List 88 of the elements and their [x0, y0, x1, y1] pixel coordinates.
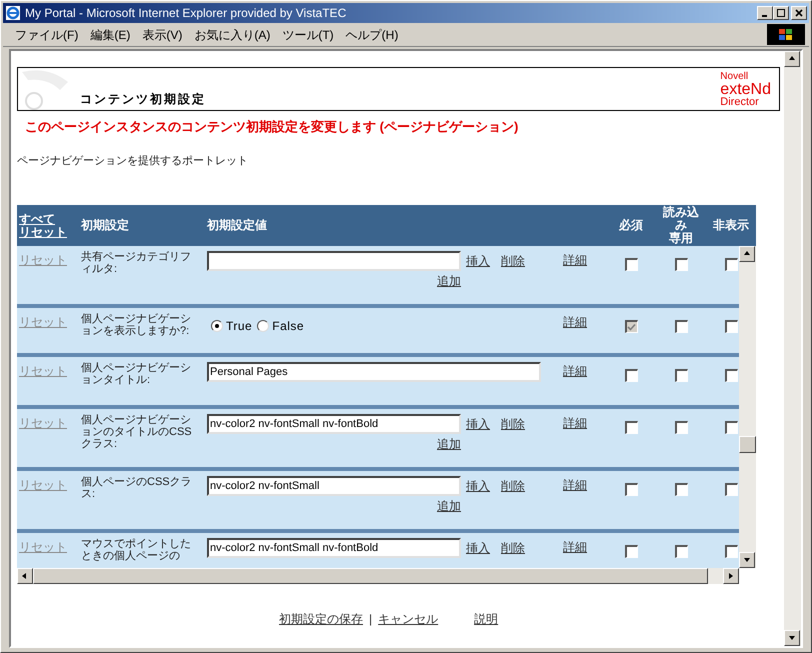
- checkbox[interactable]: [724, 545, 738, 558]
- column-header: 非表示: [713, 219, 749, 232]
- setting-label: 個人ページナビゲーションタイトル:: [81, 362, 192, 386]
- checkbox[interactable]: [724, 320, 738, 333]
- cancel-link[interactable]: キャンセル: [378, 610, 438, 628]
- logo-product: exteNd: [720, 82, 771, 97]
- close-button[interactable]: [791, 6, 807, 20]
- logo-brand: Novell: [720, 71, 748, 82]
- checkbox[interactable]: [624, 483, 638, 496]
- browser-icon: [5, 5, 21, 21]
- scroll-up-button[interactable]: [784, 51, 800, 67]
- portlet-title: コンテンツ初期設定: [80, 91, 206, 108]
- insert-link[interactable]: 挿入: [466, 479, 490, 493]
- value-field[interactable]: nv-color2 nv-fontSmall: [207, 476, 461, 496]
- menu-item[interactable]: ツール(T): [276, 26, 340, 44]
- delete-link[interactable]: 削除: [501, 417, 525, 431]
- menu-item[interactable]: ファイル(F): [9, 26, 84, 44]
- insert-link[interactable]: 挿入: [466, 541, 490, 555]
- radio-button[interactable]: [257, 320, 270, 332]
- detail-link[interactable]: 詳細: [563, 478, 587, 492]
- link-separator: |: [369, 611, 372, 628]
- menu-item[interactable]: ヘルプ(H): [340, 26, 404, 44]
- scroll-right-button[interactable]: [723, 568, 739, 584]
- value-field[interactable]: nv-color2 nv-fontSmall nv-fontBold: [207, 538, 461, 558]
- insert-link[interactable]: 挿入: [466, 254, 490, 268]
- detail-link[interactable]: 詳細: [563, 540, 587, 554]
- column-header: 初期設定: [81, 219, 130, 232]
- setting-label: マウスでポイントしたときの個人ページの: [81, 538, 192, 562]
- column-header: 必須: [619, 219, 643, 232]
- checkbox[interactable]: [624, 369, 638, 382]
- menu-item[interactable]: 表示(V): [136, 26, 188, 44]
- maximize-button[interactable]: [773, 6, 789, 20]
- checkbox[interactable]: [624, 545, 638, 558]
- checkbox[interactable]: [724, 258, 738, 271]
- checkbox[interactable]: [724, 421, 738, 434]
- checkbox[interactable]: [624, 421, 638, 434]
- checkbox[interactable]: [674, 421, 688, 434]
- setting-label: 個人ページのCSSクラス:: [81, 476, 193, 500]
- logo-edition: Director: [720, 97, 759, 108]
- checkbox[interactable]: [674, 545, 688, 558]
- add-link[interactable]: 追加: [437, 497, 461, 515]
- setting-label: 個人ページナビゲーションを表示しますか?:: [81, 313, 192, 337]
- scroll-down-button[interactable]: [784, 630, 800, 646]
- close-icon: [795, 9, 803, 17]
- reset-all-link[interactable]: すべて リセット: [19, 212, 77, 238]
- insert-link[interactable]: 挿入: [466, 417, 490, 431]
- vertical-scrollbar[interactable]: [739, 246, 756, 568]
- maximize-icon: [777, 9, 785, 17]
- radio-label: False: [272, 318, 304, 335]
- delete-link[interactable]: 削除: [501, 479, 525, 493]
- help-link[interactable]: 説明: [474, 612, 498, 626]
- scroll-left-button[interactable]: [17, 568, 33, 584]
- column-header: 初期設定値: [207, 219, 268, 232]
- checkbox[interactable]: [674, 369, 688, 382]
- scroll-up-button[interactable]: [739, 246, 755, 262]
- add-link[interactable]: 追加: [437, 272, 461, 290]
- scroll-down-button[interactable]: [739, 552, 755, 568]
- save-link[interactable]: 初期設定の保存: [279, 610, 363, 628]
- windows-logo-icon: [767, 24, 805, 45]
- add-link[interactable]: 追加: [437, 435, 461, 453]
- setting-label: 共有ページカテゴリフィルタ:: [81, 251, 192, 275]
- checkbox[interactable]: [674, 258, 688, 271]
- page-heading: このページインスタンスのコンテンツ初期設定を変更します (ページナビゲーション): [25, 118, 520, 136]
- column-header: 読み込み 専用: [663, 206, 699, 245]
- detail-link[interactable]: 詳細: [563, 315, 587, 329]
- checkbox[interactable]: [624, 258, 638, 271]
- checkbox[interactable]: [724, 483, 738, 496]
- checkbox[interactable]: [674, 320, 688, 333]
- page-scrollbar[interactable]: [784, 51, 801, 646]
- value-field[interactable]: Personal Pages: [207, 362, 541, 382]
- delete-link[interactable]: 削除: [501, 254, 525, 268]
- checkbox[interactable]: [674, 483, 688, 496]
- window-title: My Portal - Microsoft Internet Explorer provided by VistaTEC: [25, 5, 346, 22]
- detail-link[interactable]: 詳細: [563, 253, 587, 267]
- delete-link[interactable]: 削除: [501, 541, 525, 555]
- radio-button[interactable]: [211, 320, 223, 332]
- checkbox[interactable]: [724, 369, 738, 382]
- value-field[interactable]: nv-color2 nv-fontSmall nv-fontBold: [207, 414, 461, 434]
- scrollbar-thumb[interactable]: [739, 436, 756, 453]
- menu-item[interactable]: 編集(E): [84, 26, 136, 44]
- portlet-description: ページナビゲーションを提供するポートレット: [17, 154, 249, 168]
- menu-item[interactable]: お気に入り(A): [188, 26, 276, 44]
- minimize-button[interactable]: [757, 6, 773, 20]
- value-field[interactable]: [207, 251, 461, 271]
- radio-label: True: [226, 318, 252, 335]
- setting-label: 個人ページナビゲーションのタイトルのCSSクラス:: [81, 414, 193, 450]
- detail-link[interactable]: 詳細: [563, 416, 587, 430]
- detail-link[interactable]: 詳細: [563, 364, 587, 378]
